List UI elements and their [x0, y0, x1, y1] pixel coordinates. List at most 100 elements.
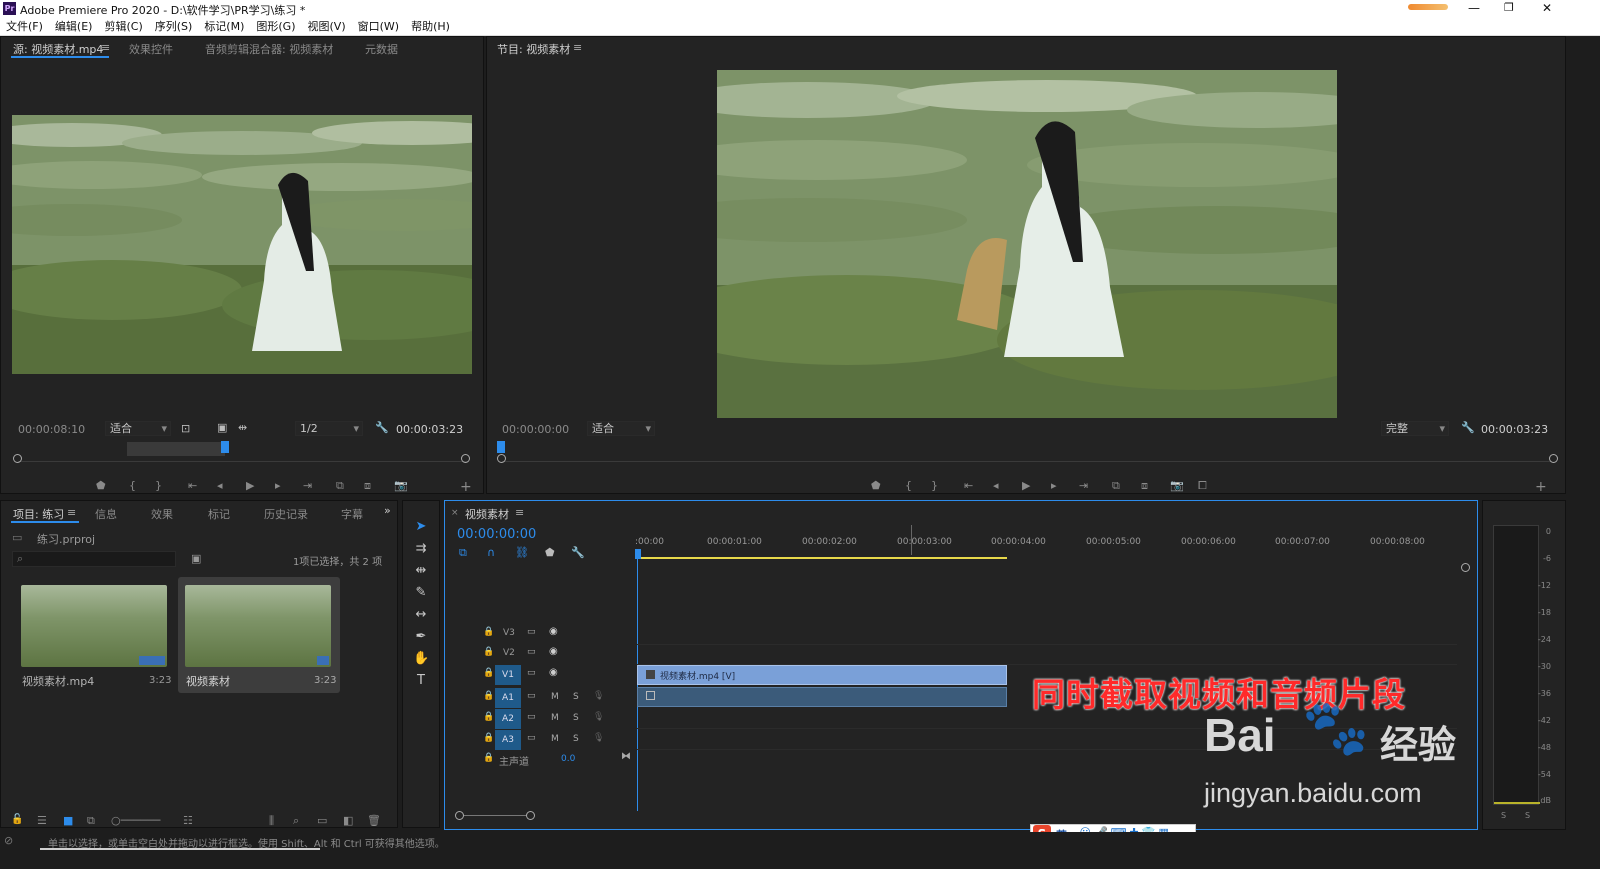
- insert-clip-icon[interactable]: ⧉: [336, 479, 344, 493]
- step-back-icon[interactable]: ◂: [217, 479, 223, 492]
- menu-edit[interactable]: 编辑(E): [49, 18, 99, 35]
- master-volume-value[interactable]: 0.0: [561, 754, 575, 764]
- sort-icon[interactable]: ☷: [183, 814, 193, 827]
- source-resolution-dropdown[interactable]: 1/2: [295, 421, 363, 436]
- tab-menu-icon[interactable]: ≡: [101, 41, 110, 54]
- playhead[interactable]: [221, 441, 229, 453]
- meter-solo-left[interactable]: S: [1501, 811, 1506, 820]
- go-to-out-icon[interactable]: ⇥: [303, 479, 312, 492]
- track-target-v1[interactable]: V1: [495, 665, 521, 685]
- solo-button[interactable]: S: [573, 713, 579, 723]
- compare-view-icon[interactable]: ⧠: [1198, 479, 1207, 493]
- new-bin-from-search-icon[interactable]: ▣: [191, 552, 201, 565]
- hand-tool-icon[interactable]: ✋: [413, 651, 429, 667]
- mute-button[interactable]: M: [551, 734, 559, 744]
- program-step-forward-icon[interactable]: ▸: [1051, 479, 1057, 492]
- program-go-to-in-icon[interactable]: ⇤: [964, 479, 973, 492]
- mark-in-icon[interactable]: {: [129, 479, 136, 492]
- razor-tool-icon[interactable]: ✎: [413, 585, 429, 601]
- track-lock-icon[interactable]: 🔒: [483, 733, 494, 743]
- track-target-a2[interactable]: A2: [495, 709, 521, 729]
- tab-markers[interactable]: 标记: [208, 506, 230, 522]
- project-item-thumb-1[interactable]: 视频素材.mp4 3:23: [15, 578, 173, 690]
- pen-tool-icon[interactable]: ✒: [413, 629, 429, 645]
- notification-pill[interactable]: [1408, 4, 1448, 10]
- new-bin-icon[interactable]: ▭: [317, 814, 327, 827]
- program-mark-out-icon[interactable]: }: [931, 479, 938, 492]
- nest-icon[interactable]: ⧉: [459, 546, 467, 560]
- linked-selection-icon[interactable]: ⛓: [515, 546, 529, 559]
- program-scrubber-start-handle[interactable]: [497, 454, 506, 463]
- voice-over-icon[interactable]: 🎙: [593, 691, 604, 701]
- list-view-icon[interactable]: ☰: [37, 814, 47, 827]
- program-scrubber-end-handle[interactable]: [1549, 454, 1558, 463]
- tab-program[interactable]: 节目: 视频素材: [497, 41, 570, 57]
- program-tab-menu-icon[interactable]: ≡: [573, 41, 582, 54]
- tab-info[interactable]: 信息: [95, 506, 117, 522]
- program-timecode[interactable]: 00:00:00:00: [502, 423, 569, 436]
- tab-captions[interactable]: 字幕: [341, 506, 363, 522]
- menu-help[interactable]: 帮助(H): [405, 18, 456, 35]
- track-lock-icon[interactable]: 🔒: [483, 668, 494, 678]
- program-fit-dropdown[interactable]: 适合: [587, 421, 655, 436]
- source-video-frame[interactable]: [12, 115, 472, 374]
- zoom-end-handle[interactable]: [526, 811, 535, 820]
- source-scrubber[interactable]: [13, 441, 473, 463]
- menu-file[interactable]: 文件(F): [0, 18, 49, 35]
- track-select-tool-icon[interactable]: ⇉: [413, 541, 429, 557]
- timeline-ruler[interactable]: :00:00 00:00:01:00 00:00:02:00 00:00:03:…: [635, 533, 1465, 561]
- insert-icon[interactable]: ▣: [217, 421, 227, 434]
- program-playhead[interactable]: [497, 441, 505, 453]
- type-tool-icon[interactable]: T: [413, 673, 429, 689]
- source-fit-dropdown[interactable]: 适合: [105, 421, 171, 436]
- wrench-icon[interactable]: 🔧: [375, 421, 389, 434]
- go-to-in-icon[interactable]: ⇤: [188, 479, 197, 492]
- program-add-marker-icon[interactable]: ⬟: [871, 479, 881, 492]
- tab-effect-controls[interactable]: 效果控件: [129, 41, 173, 57]
- track-header-a3[interactable]: 🔒 A3 ▭ M S 🎙: [475, 730, 635, 750]
- menu-marker[interactable]: 标记(M): [198, 18, 250, 35]
- track-lock-icon[interactable]: 🔒: [483, 691, 494, 701]
- restore-button[interactable]: ❐: [1504, 1, 1514, 14]
- program-video-frame[interactable]: [717, 70, 1337, 418]
- solo-button[interactable]: S: [573, 692, 579, 702]
- audio-clip[interactable]: [637, 687, 1007, 707]
- more-tabs-icon[interactable]: »: [384, 504, 391, 517]
- timeline-timecode[interactable]: 00:00:00:00: [457, 527, 536, 542]
- track-lock-icon[interactable]: 🔒: [483, 753, 494, 763]
- play-icon[interactable]: ▶: [246, 479, 254, 492]
- mark-out-icon[interactable]: }: [155, 479, 162, 492]
- slip-tool-icon[interactable]: ↔: [413, 607, 429, 623]
- find-icon[interactable]: ⌕: [293, 814, 299, 828]
- track-header-master[interactable]: 🔒 主声道 0.0 ⧓: [475, 751, 635, 769]
- automate-to-sequence-icon[interactable]: ⫼: [269, 814, 274, 828]
- sync-lock-icon[interactable]: ▭: [527, 668, 536, 678]
- ripple-edit-tool-icon[interactable]: ⇹: [413, 563, 429, 579]
- playback-quality-dropdown[interactable]: 完整: [1381, 421, 1449, 436]
- menu-clip[interactable]: 剪辑(C): [98, 18, 148, 35]
- new-item-icon[interactable]: ◧: [343, 814, 353, 827]
- zoom-start-handle[interactable]: [455, 811, 464, 820]
- menu-view[interactable]: 视图(V): [302, 18, 352, 35]
- track-lock-icon[interactable]: 🔒: [483, 647, 494, 657]
- tab-audio-clip-mixer[interactable]: 音频剪辑混合器: 视频素材: [205, 41, 333, 57]
- lock-icon[interactable]: 🔓: [11, 814, 23, 825]
- project-search-input[interactable]: ⌕: [12, 551, 176, 567]
- mute-button[interactable]: M: [551, 713, 559, 723]
- program-scrubber[interactable]: [497, 441, 1559, 463]
- track-target-a3[interactable]: A3: [495, 730, 521, 750]
- zoom-slider-icon[interactable]: ○──────: [111, 814, 160, 827]
- add-marker-icon[interactable]: ⬟: [96, 479, 106, 492]
- tab-effects[interactable]: 效果: [151, 506, 173, 522]
- tab-metadata[interactable]: 元数据: [365, 41, 398, 57]
- eye-icon[interactable]: ◉: [549, 646, 558, 657]
- work-area-bar[interactable]: [637, 557, 1007, 559]
- freeform-view-icon[interactable]: ⧉: [87, 814, 95, 828]
- icon-view-icon[interactable]: ■: [63, 814, 73, 827]
- sync-lock-icon[interactable]: ▭: [527, 627, 536, 637]
- eye-icon[interactable]: ◉: [549, 626, 558, 637]
- eye-icon[interactable]: ◉: [549, 667, 558, 678]
- close-sequence-icon[interactable]: ×: [451, 508, 459, 518]
- sequence-tab-menu-icon[interactable]: ≡: [515, 506, 524, 519]
- button-editor-plus-icon[interactable]: +: [460, 479, 472, 495]
